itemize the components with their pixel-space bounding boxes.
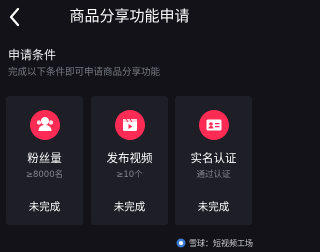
watermark-text: 雪球：短视频工场 [189, 238, 253, 248]
share-apply-page: 商品分享功能申请 申请条件 完成以下条件即可申请商品分享功能 粉丝量 ≥8000… [0, 0, 259, 252]
fans-icon [30, 110, 60, 140]
condition-card-fans[interactable]: 粉丝量 ≥8000名 未完成 [6, 96, 83, 225]
snowball-logo [176, 238, 186, 248]
card-status: 未完成 [113, 201, 146, 213]
page-title: 商品分享功能申请 [69, 7, 190, 25]
card-label: 实名认证 [190, 151, 237, 165]
condition-card-realname[interactable]: 实名认证 通过认证 未完成 [175, 96, 252, 225]
card-requirement: ≥10个 [116, 170, 143, 180]
card-label: 粉丝量 [27, 151, 62, 165]
card-status: 未完成 [28, 201, 61, 213]
card-requirement: ≥8000名 [25, 170, 64, 180]
id-card-icon [199, 110, 229, 140]
card-requirement: 通过认证 [196, 170, 231, 180]
card-status: 未完成 [197, 201, 230, 213]
video-icon [115, 110, 145, 140]
section-subtitle: 完成以下条件即可申请商品分享功能 [8, 67, 161, 78]
card-label: 发布视频 [106, 151, 153, 165]
section-title: 申请条件 [8, 48, 57, 62]
condition-card-video[interactable]: 发布视频 ≥10个 未完成 [91, 96, 168, 225]
header: 商品分享功能申请 [0, 0, 259, 36]
watermark: 雪球：短视频工场 [176, 237, 253, 249]
